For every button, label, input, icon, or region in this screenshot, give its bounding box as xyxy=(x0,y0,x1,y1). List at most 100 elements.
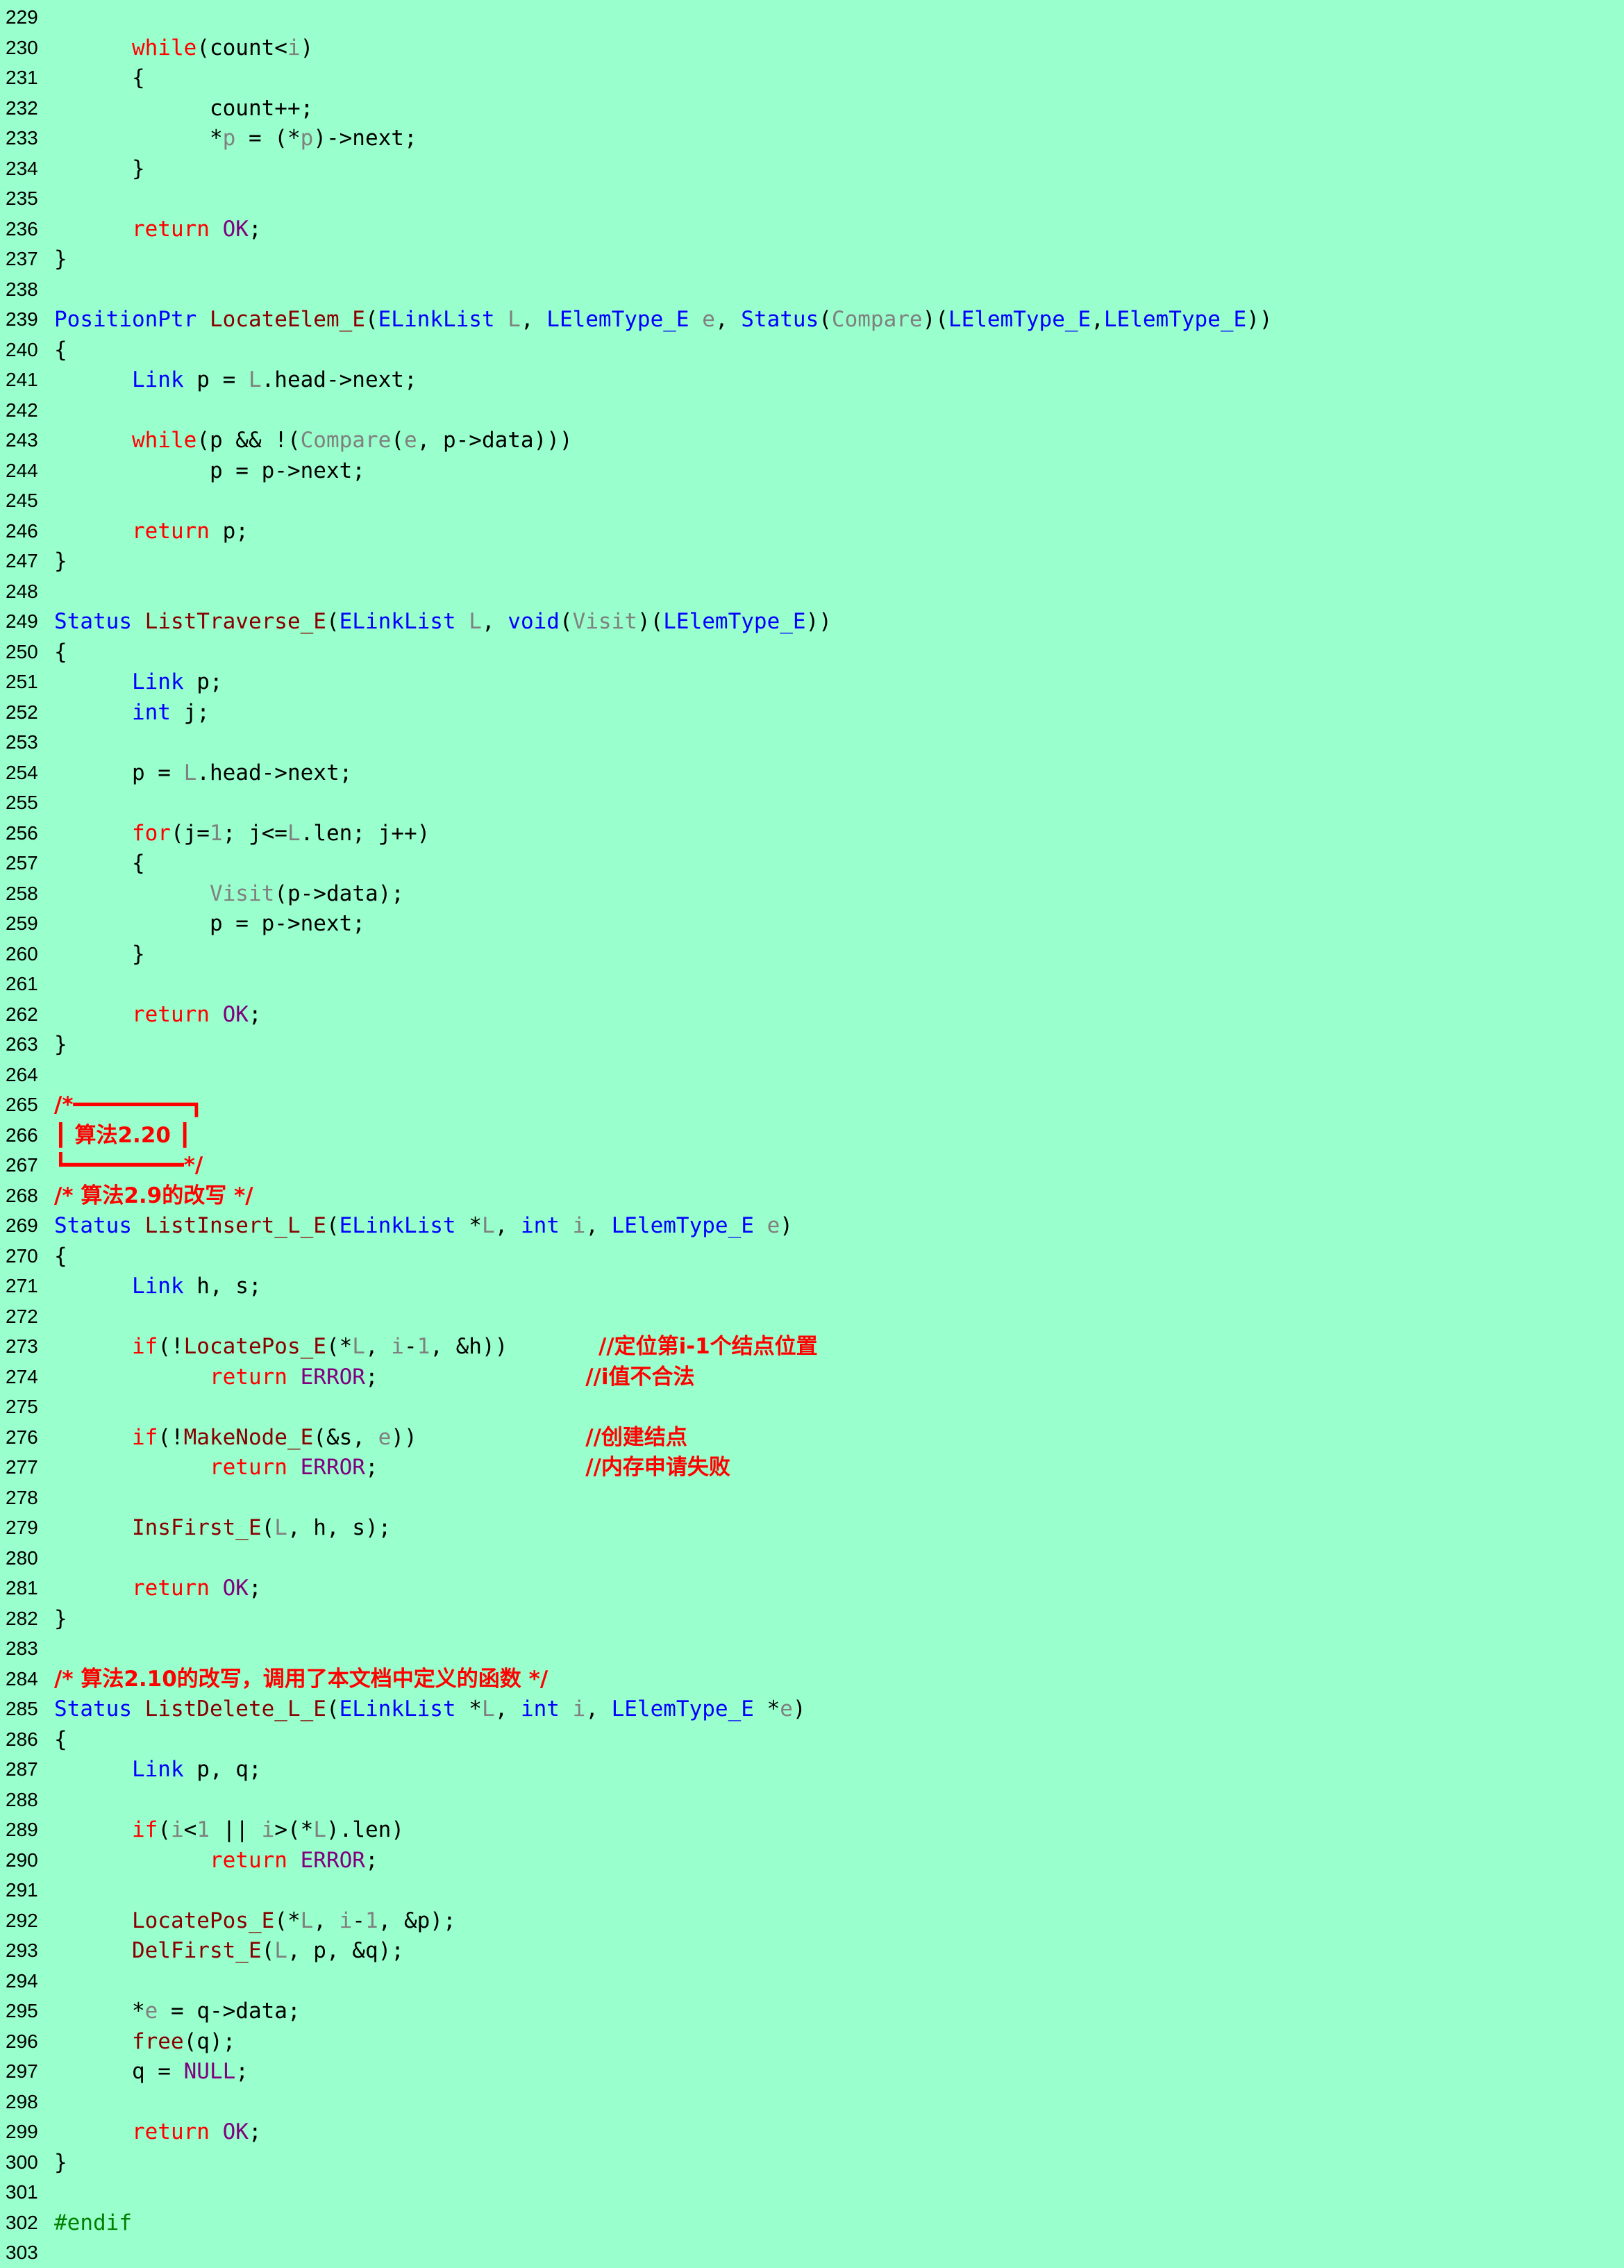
code-token: Status xyxy=(54,1696,132,1721)
code-line[interactable]: 234 } xyxy=(0,153,1624,184)
code-line[interactable]: 239 PositionPtr LocateElem_E(ELinkList L,… xyxy=(0,304,1624,335)
code-line[interactable]: 271 Link h, s; xyxy=(0,1271,1624,1301)
code-token: //定位第i-1个结点位置 xyxy=(598,1334,818,1359)
code-line[interactable]: 236 return OK; xyxy=(0,214,1624,244)
code-line[interactable]: 235 xyxy=(0,183,1624,214)
code-line[interactable]: 247} xyxy=(0,546,1624,576)
code-line[interactable]: 251 Link p; xyxy=(0,667,1624,697)
code-line[interactable]: 249 Status ListTraverse_E(ELinkList L, vo… xyxy=(0,606,1624,637)
code-line[interactable]: 291 xyxy=(0,1875,1624,1906)
code-line[interactable]: 283 xyxy=(0,1633,1624,1664)
code-text: #endif xyxy=(54,2208,132,2238)
code-line[interactable]: 237} xyxy=(0,244,1624,274)
code-line[interactable]: 274 return ERROR; //i值不合法 xyxy=(0,1362,1624,1392)
code-line[interactable]: 289 if(i<1 || i>(*L).len) xyxy=(0,1815,1624,1845)
code-line[interactable]: 263} xyxy=(0,1029,1624,1060)
code-line[interactable]: 294 xyxy=(0,1966,1624,1996)
code-line[interactable]: 244 p = p->next; xyxy=(0,456,1624,486)
code-token: L xyxy=(481,1696,495,1721)
code-line[interactable]: 229 xyxy=(0,2,1624,33)
code-line[interactable]: 297 q = NULL; xyxy=(0,2056,1624,2087)
code-line[interactable]: 233 *p = (*p)->next; xyxy=(0,123,1624,153)
code-line[interactable]: 248 xyxy=(0,576,1624,607)
code-token: e xyxy=(144,1999,158,2024)
code-line[interactable]: 243 while(p && !(Compare(e, p->data))) xyxy=(0,425,1624,456)
code-line[interactable]: 280 xyxy=(0,1543,1624,1574)
line-number: 230 xyxy=(6,36,38,58)
code-line[interactable]: 260 } xyxy=(0,939,1624,969)
code-text: } xyxy=(54,2147,67,2178)
code-line[interactable]: 265 /*━━━━━━━━━┓ xyxy=(0,1090,1624,1120)
code-line[interactable]: 292 LocatePos_E(*L, i-1, &p); xyxy=(0,1906,1624,1936)
code-line[interactable]: 232 count++; xyxy=(0,93,1624,124)
code-token: ( xyxy=(326,609,340,634)
code-line[interactable]: 238 xyxy=(0,274,1624,305)
code-line[interactable]: 281 return OK; xyxy=(0,1573,1624,1603)
code-line[interactable]: 256 for(j=1; j<=L.len; j++) xyxy=(0,818,1624,849)
code-token: ( xyxy=(326,1213,340,1238)
code-line[interactable]: 254 p = L.head->next; xyxy=(0,758,1624,788)
line-number: 260 xyxy=(6,942,38,965)
code-line[interactable]: 302 #endif xyxy=(0,2208,1624,2238)
code-line[interactable]: 299 return OK; xyxy=(0,2117,1624,2147)
code-line[interactable]: 273 if(!LocatePos_E(*L, i-1, &h)) //定位第i… xyxy=(0,1331,1624,1362)
code-line[interactable]: 270 { xyxy=(0,1241,1624,1271)
code-line[interactable]: 286 { xyxy=(0,1724,1624,1755)
code-line[interactable]: 288 xyxy=(0,1785,1624,1815)
code-line[interactable]: 230 while(count<i) xyxy=(0,33,1624,63)
code-line[interactable]: 262 return OK; xyxy=(0,999,1624,1030)
code-line[interactable]: 301 xyxy=(0,2177,1624,2208)
code-line[interactable]: 303 xyxy=(0,2237,1624,2268)
code-line[interactable]: 252 int j; xyxy=(0,697,1624,728)
code-line[interactable]: 298 xyxy=(0,2087,1624,2117)
code-line[interactable]: 290 return ERROR; xyxy=(0,1845,1624,1876)
code-line[interactable]: 231 { xyxy=(0,62,1624,93)
code-line[interactable]: 261 xyxy=(0,969,1624,999)
code-line[interactable]: 241 Link p = L.head->next; xyxy=(0,365,1624,395)
code-line[interactable]: 268 /* 算法2.9的改写 */ xyxy=(0,1181,1624,1211)
code-line[interactable]: 295 *e = q->data; xyxy=(0,1996,1624,2026)
code-line[interactable]: 266 ┃ 算法2.20 ┃ xyxy=(0,1120,1624,1151)
code-line[interactable]: 300} xyxy=(0,2147,1624,2178)
code-line[interactable]: 277 return ERROR; //内存申请失败 xyxy=(0,1452,1624,1483)
code-line[interactable]: 275 xyxy=(0,1392,1624,1422)
code-line[interactable]: 245 xyxy=(0,485,1624,516)
code-text: return OK; xyxy=(54,2117,262,2147)
code-text: return ERROR; //i值不合法 xyxy=(54,1362,695,1392)
code-line[interactable]: 255 xyxy=(0,787,1624,818)
code-line[interactable]: 282} xyxy=(0,1603,1624,1634)
code-line[interactable]: 253 xyxy=(0,727,1624,758)
code-line[interactable]: 258 Visit(p->data); xyxy=(0,878,1624,909)
code-line[interactable]: 242 xyxy=(0,395,1624,426)
line-number: 268 xyxy=(6,1184,38,1206)
code-text: } xyxy=(54,1029,67,1060)
code-line[interactable]: 250 { xyxy=(0,637,1624,667)
code-line[interactable]: 287 Link p, q; xyxy=(0,1754,1624,1785)
code-text: return ERROR; //内存申请失败 xyxy=(54,1452,730,1483)
code-line[interactable]: 293 DelFirst_E(L, p, &q); xyxy=(0,1935,1624,1966)
code-token: ( xyxy=(326,1696,340,1721)
code-token: , xyxy=(520,307,547,332)
code-line[interactable]: 284 /* 算法2.10的改写，调用了本文档中定义的函数 */ xyxy=(0,1664,1624,1694)
code-line[interactable]: 259 p = p->next; xyxy=(0,908,1624,939)
code-line[interactable]: 276 if(!MakeNode_E(&s, e)) //创建结点 xyxy=(0,1422,1624,1453)
code-line[interactable]: 272 xyxy=(0,1301,1624,1332)
code-line[interactable]: 257 { xyxy=(0,848,1624,878)
code-line[interactable]: 278 xyxy=(0,1483,1624,1513)
code-line[interactable]: 296 free(q); xyxy=(0,2026,1624,2057)
code-line[interactable]: 285 Status ListDelete_L_E(ELinkList *L, i… xyxy=(0,1694,1624,1724)
line-number: 292 xyxy=(6,1909,38,1931)
code-token: } xyxy=(54,1032,67,1057)
code-line[interactable]: 264 xyxy=(0,1060,1624,1090)
code-line[interactable]: 269 Status ListInsert_L_E(ELinkList *L, i… xyxy=(0,1210,1624,1241)
line-number: 254 xyxy=(6,761,38,783)
code-line[interactable]: 246 return p; xyxy=(0,516,1624,547)
code-line[interactable]: 279 InsFirst_E(L, h, s); xyxy=(0,1512,1624,1543)
code-line[interactable]: 267 ┗━━━━━━━━━*/ xyxy=(0,1150,1624,1181)
code-editor[interactable]: 229 230 while(count<i) 231 {232 count++; 23… xyxy=(0,0,1624,2263)
code-token: e xyxy=(767,1213,780,1238)
code-line[interactable]: 240 { xyxy=(0,335,1624,365)
line-number: 266 xyxy=(6,1124,38,1146)
